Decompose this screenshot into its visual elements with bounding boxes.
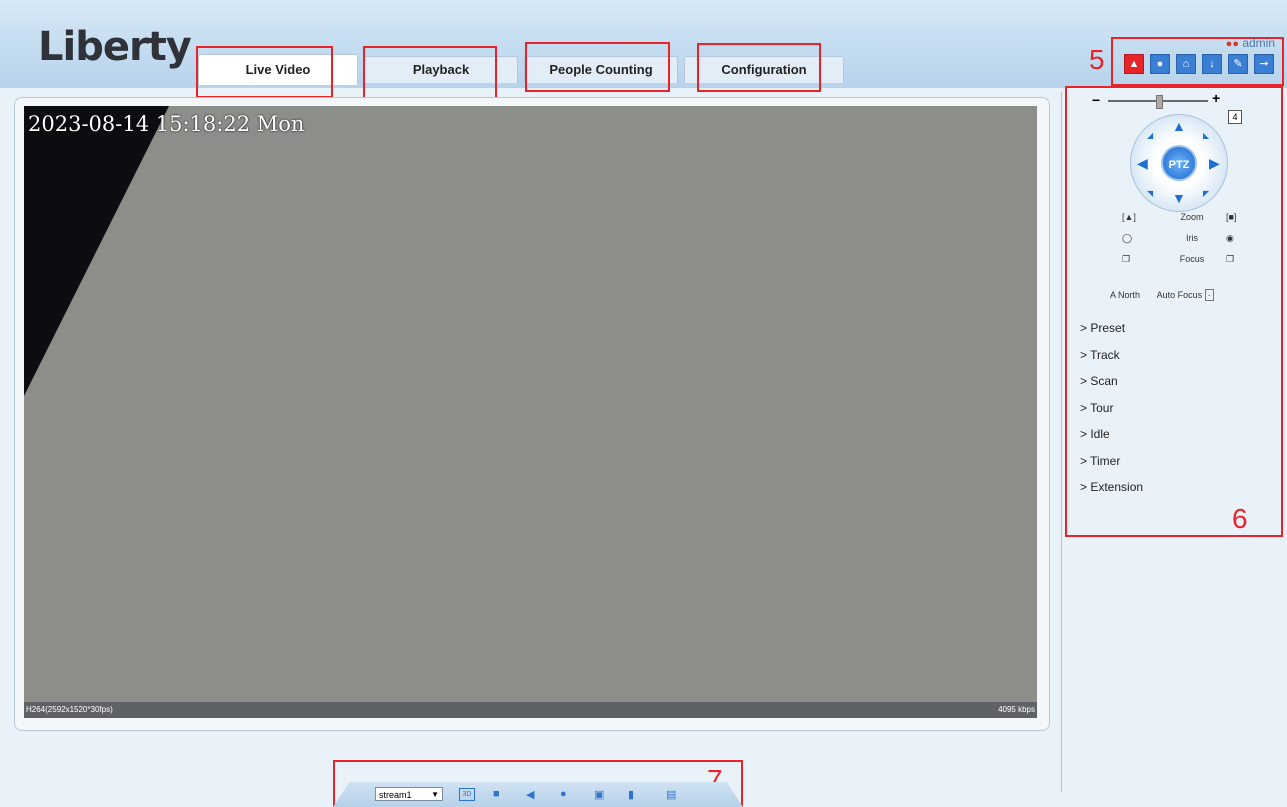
- arrow-down-right-icon[interactable]: ◤: [1203, 187, 1209, 201]
- user-indicator[interactable]: ●● admin: [1226, 36, 1275, 50]
- live-video-view[interactable]: 2023-08-14 15:18:22 Mon H264(2592x1520*3…: [24, 106, 1037, 718]
- autofocus-label[interactable]: Auto Focus: [1157, 290, 1203, 300]
- download-icon[interactable]: ↓: [1202, 54, 1222, 74]
- north-icon[interactable]: A: [1110, 290, 1116, 300]
- arrow-up-left-icon[interactable]: ◢: [1147, 129, 1153, 143]
- iris-close-icon[interactable]: ◉: [1226, 233, 1234, 244]
- zoom-in-icon[interactable]: [▲]: [1122, 212, 1136, 222]
- ptz-panel: − + 4 ▲ ▼ ◀ ▶ ◢ ◣ ◥ ◤ PTZ [▲] Zoom [■] ◯…: [1066, 88, 1282, 536]
- speed-decrease[interactable]: −: [1092, 92, 1100, 108]
- iris-label: Iris: [1186, 233, 1198, 243]
- microphone-off-icon[interactable]: ●: [560, 788, 567, 800]
- video-info-bar: H264(2592x1520*30fps) 4095 kbps: [24, 702, 1037, 718]
- arrow-down-left-icon[interactable]: ◥: [1147, 187, 1153, 201]
- record-video-icon[interactable]: ▮: [628, 788, 634, 801]
- liberty-logo: Liberty: [38, 24, 192, 70]
- snapshot-icon[interactable]: ▣: [594, 788, 604, 801]
- north-label[interactable]: North: [1118, 290, 1140, 300]
- ptz-function-menu: > Preset > Track > Scan > Tour > Idle > …: [1080, 320, 1143, 506]
- top-toolbar: ▲ ● ⌂ ↓ ✎ ➞: [1124, 54, 1274, 74]
- zoom-out-icon[interactable]: [■]: [1226, 212, 1236, 222]
- menu-extension[interactable]: > Extension: [1080, 479, 1143, 506]
- arrow-left-icon[interactable]: ◀: [1137, 156, 1148, 170]
- stop-icon[interactable]: ■: [493, 788, 500, 800]
- ptz-speed-slider[interactable]: − +: [1092, 90, 1252, 109]
- iris-open-icon[interactable]: ◯: [1122, 233, 1132, 244]
- autofocus-icon[interactable]: ·: [1204, 289, 1214, 301]
- password-icon[interactable]: ✎: [1228, 54, 1248, 74]
- chevron-down-icon: ▼: [431, 790, 439, 799]
- logout-icon[interactable]: ➞: [1254, 54, 1274, 74]
- alarm-icon[interactable]: ▲: [1124, 54, 1144, 74]
- menu-scan[interactable]: > Scan: [1080, 373, 1143, 400]
- ptz-direction-pad[interactable]: ▲ ▼ ◀ ▶ ◢ ◣ ◥ ◤ PTZ: [1130, 114, 1228, 212]
- ptz-center-button[interactable]: PTZ: [1161, 145, 1197, 181]
- menu-idle[interactable]: > Idle: [1080, 426, 1143, 453]
- record-icon[interactable]: ●: [1150, 54, 1170, 74]
- lens-controls: [▲] Zoom [■] ◯ Iris ◉ ❐ Focus ❐: [1122, 212, 1242, 275]
- north-autofocus-row: A North Auto Focus ·: [1110, 289, 1214, 301]
- annotation-box-1: [196, 46, 333, 98]
- speed-value: 4: [1228, 110, 1242, 124]
- focus-near-icon[interactable]: ❐: [1122, 254, 1130, 265]
- annotation-number-5: 5: [1089, 44, 1105, 75]
- user-icon: ●●: [1225, 38, 1239, 50]
- zoom-label: Zoom: [1180, 212, 1204, 222]
- annotation-box-3: [525, 42, 670, 92]
- fullscreen-icon[interactable]: ▤: [666, 788, 676, 801]
- speed-increase[interactable]: +: [1212, 90, 1220, 106]
- stream-value: stream1: [379, 790, 412, 800]
- menu-track[interactable]: > Track: [1080, 347, 1143, 374]
- annotation-box-2: [363, 46, 497, 99]
- stream-select[interactable]: stream1 ▼: [375, 787, 443, 801]
- annotation-box-4: [697, 43, 821, 92]
- capture-icon[interactable]: ⌂: [1176, 54, 1196, 74]
- arrow-down-icon[interactable]: ▼: [1172, 191, 1186, 205]
- username: admin: [1242, 36, 1275, 50]
- arrow-right-icon[interactable]: ▶: [1209, 156, 1220, 170]
- slider-handle[interactable]: [1156, 95, 1163, 109]
- menu-preset[interactable]: > Preset: [1080, 320, 1143, 347]
- focus-far-icon[interactable]: ❐: [1226, 254, 1234, 265]
- arrow-up-icon[interactable]: ▲: [1172, 119, 1186, 133]
- video-dark-region: [24, 106, 169, 396]
- focus-label: Focus: [1179, 254, 1205, 264]
- bitrate-info: 4095 kbps: [998, 705, 1035, 714]
- audio-mute-icon[interactable]: ◀: [526, 788, 534, 801]
- menu-timer[interactable]: > Timer: [1080, 453, 1143, 480]
- arrow-up-right-icon[interactable]: ◣: [1203, 129, 1209, 143]
- menu-tour[interactable]: > Tour: [1080, 400, 1143, 427]
- bottom-control-bar: stream1 ▼ 3D ■ ◀ ● ▣ ▮ ▤: [333, 760, 743, 807]
- sidebar-divider: [1061, 92, 1062, 792]
- 3d-positioning-icon[interactable]: 3D: [459, 788, 475, 801]
- video-timestamp: 2023-08-14 15:18:22 Mon: [28, 112, 305, 136]
- codec-info: H264(2592x1520*30fps): [26, 705, 113, 714]
